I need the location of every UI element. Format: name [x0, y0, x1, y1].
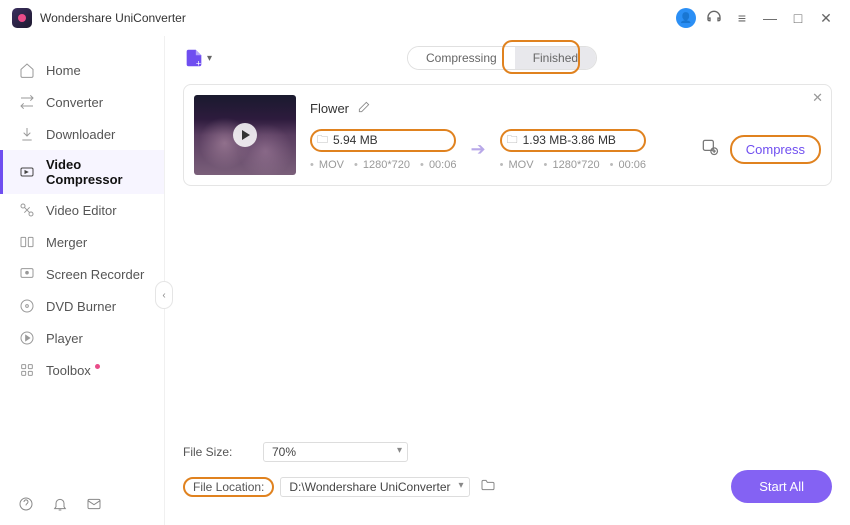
sidebar-item-label: Video Editor — [46, 203, 117, 218]
target-resolution: 1280*720 — [544, 159, 600, 171]
source-size-chip: 🗀 5.94 MB — [310, 129, 456, 152]
sidebar-item-label: Converter — [46, 95, 103, 110]
settings-icon[interactable] — [700, 137, 720, 162]
target-stats: 🗀 1.93 MB-3.86 MB MOV 1280*720 00:06 — [500, 129, 646, 171]
sidebar-item-label: Home — [46, 63, 81, 78]
target-format: MOV — [500, 159, 534, 171]
svg-text:+: + — [196, 58, 201, 68]
sidebar-item-label: Downloader — [46, 127, 115, 142]
sidebar-item-converter[interactable]: Converter — [0, 86, 164, 118]
target-size: 1.93 MB-3.86 MB — [523, 133, 616, 147]
filesize-label: File Size: — [183, 445, 263, 459]
folder-icon: 🗀 — [317, 131, 328, 150]
video-title: Flower — [310, 101, 349, 116]
sidebar: Home Converter Downloader Video Compress… — [0, 36, 165, 525]
app-logo — [12, 8, 32, 28]
sidebar-item-toolbox[interactable]: Toolbox — [0, 354, 164, 386]
sidebar-item-label: Screen Recorder — [46, 267, 144, 282]
player-icon — [18, 329, 36, 347]
source-duration: 00:06 — [420, 159, 456, 171]
bell-icon[interactable] — [52, 496, 68, 517]
minimize-button[interactable]: — — [758, 6, 782, 30]
app-title: Wondershare UniConverter — [40, 11, 186, 25]
start-all-button[interactable]: Start All — [731, 470, 832, 503]
chevron-down-icon: ▾ — [207, 53, 212, 64]
tab-compressing[interactable]: Compressing — [408, 47, 515, 69]
target-size-chip: 🗀 1.93 MB-3.86 MB — [500, 129, 646, 152]
edit-icon[interactable] — [357, 100, 371, 117]
main-content: + ▾ Compressing Finished ✕ Flower — [165, 36, 850, 525]
target-duration: 00:06 — [610, 159, 646, 171]
location-select[interactable]: D:\Wondershare UniConverter — [280, 477, 469, 497]
play-icon — [233, 123, 257, 147]
filesize-select[interactable]: 70% — [263, 442, 408, 462]
source-resolution: 1280*720 — [354, 159, 410, 171]
toolbox-icon — [18, 361, 36, 379]
titlebar: Wondershare UniConverter 👤 ≡ — □ ✕ — [0, 0, 850, 36]
headset-icon[interactable] — [702, 6, 726, 30]
editor-icon — [18, 201, 36, 219]
source-size: 5.94 MB — [333, 133, 378, 147]
tabs: Compressing Finished — [407, 46, 597, 70]
sidebar-item-video-editor[interactable]: Video Editor — [0, 194, 164, 226]
browse-folder-icon[interactable] — [480, 477, 496, 496]
bottom-bar: File Size: 70% File Location: D:\Wonders… — [183, 432, 832, 525]
video-card: ✕ Flower 🗀 5.94 MB MOV — [183, 84, 832, 186]
sidebar-collapse-button[interactable]: ‹ — [155, 281, 173, 309]
sidebar-item-label: Toolbox — [46, 363, 91, 378]
add-file-button[interactable]: + ▾ — [183, 47, 212, 69]
close-icon[interactable]: ✕ — [812, 90, 823, 106]
sidebar-item-downloader[interactable]: Downloader — [0, 118, 164, 150]
source-format: MOV — [310, 159, 344, 171]
sidebar-item-merger[interactable]: Merger — [0, 226, 164, 258]
mail-icon[interactable] — [86, 496, 102, 517]
compress-button[interactable]: Compress — [730, 135, 821, 164]
sidebar-item-dvd-burner[interactable]: DVD Burner — [0, 290, 164, 322]
sidebar-item-label: Video Compressor — [46, 157, 146, 187]
sidebar-item-player[interactable]: Player — [0, 322, 164, 354]
downloader-icon — [18, 125, 36, 143]
close-button[interactable]: ✕ — [814, 6, 838, 30]
maximize-button[interactable]: □ — [786, 6, 810, 30]
merger-icon — [18, 233, 36, 251]
help-icon[interactable] — [18, 496, 34, 517]
folder-icon: 🗀 — [507, 131, 518, 150]
source-stats: 🗀 5.94 MB MOV 1280*720 00:06 — [310, 129, 456, 171]
sidebar-item-video-compressor[interactable]: Video Compressor — [0, 150, 164, 194]
recorder-icon — [18, 265, 36, 283]
arrow-icon: ➔ — [470, 139, 485, 160]
converter-icon — [18, 93, 36, 111]
video-thumbnail[interactable] — [194, 95, 296, 175]
sidebar-item-label: Merger — [46, 235, 87, 250]
sidebar-item-screen-recorder[interactable]: Screen Recorder — [0, 258, 164, 290]
sidebar-item-home[interactable]: Home — [0, 54, 164, 86]
sidebar-item-label: Player — [46, 331, 83, 346]
user-avatar[interactable]: 👤 — [674, 6, 698, 30]
compressor-icon — [18, 163, 36, 181]
home-icon — [18, 61, 36, 79]
location-label: File Location: — [183, 477, 274, 497]
dvd-icon — [18, 297, 36, 315]
sidebar-item-label: DVD Burner — [46, 299, 116, 314]
menu-icon[interactable]: ≡ — [730, 6, 754, 30]
tab-finished[interactable]: Finished — [515, 47, 596, 69]
